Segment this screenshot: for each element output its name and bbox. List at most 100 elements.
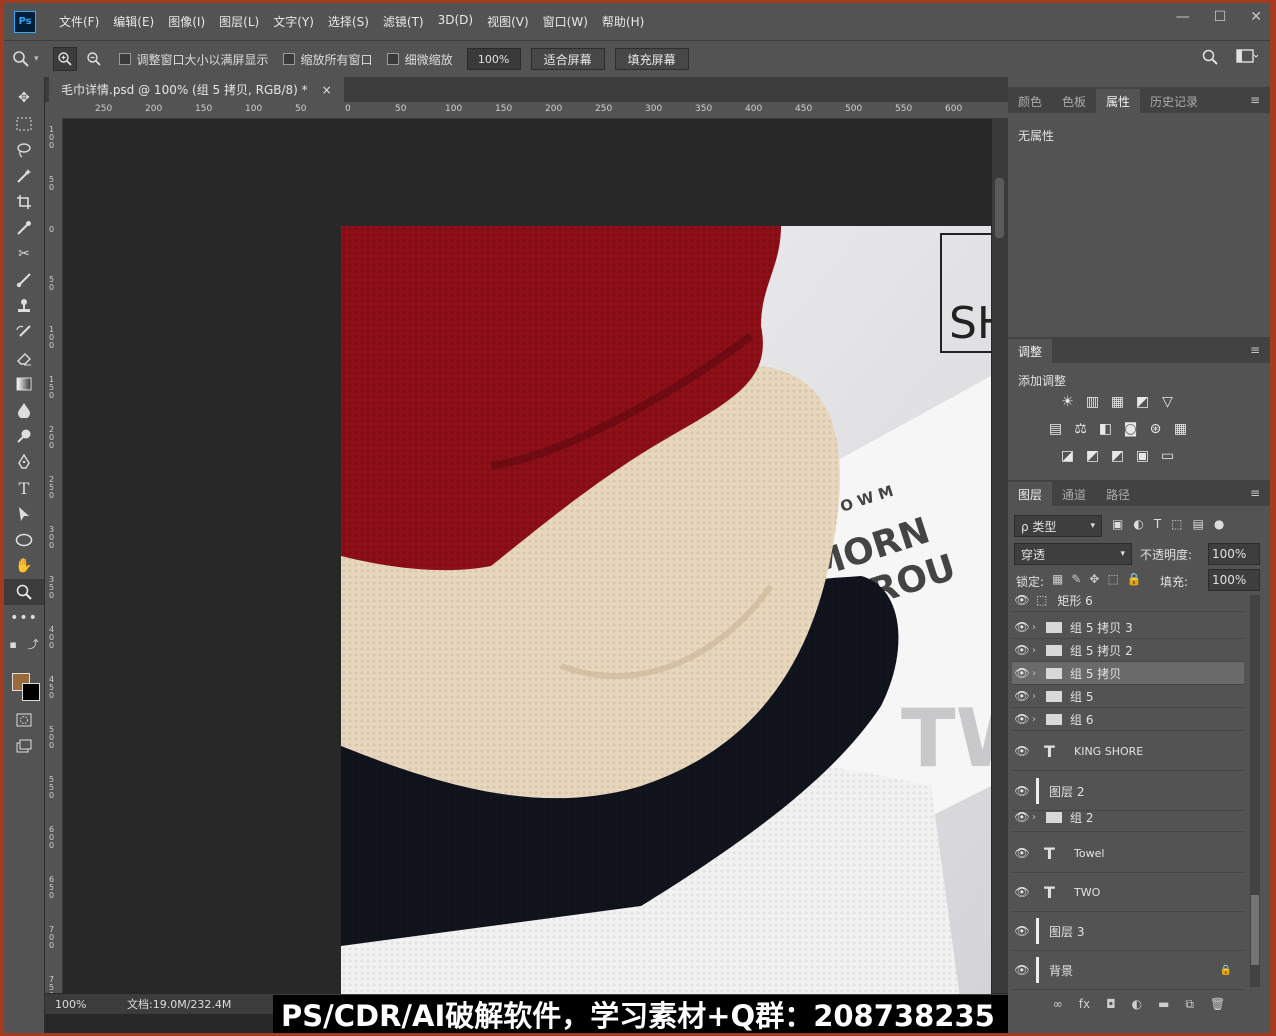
adjustment-filter-icon[interactable]: ◐ [1133, 517, 1143, 531]
background-color-swatch[interactable] [22, 683, 40, 701]
menu-layer[interactable]: 图层(L) [212, 13, 266, 30]
close-tab-icon[interactable]: × [322, 83, 332, 97]
layer-row[interactable]: 👁 › 组 5 拷贝 2 [1012, 639, 1244, 662]
document-tab[interactable]: 毛巾详情.psd @ 100% (组 5 拷贝, RGB/8) * × [49, 77, 344, 102]
clone-stamp-tool-icon[interactable] [4, 293, 44, 319]
lock-all-icon[interactable]: 🔒 [1127, 572, 1142, 586]
menu-view[interactable]: 视图(V) [480, 13, 536, 30]
tab-swatches[interactable]: 色板 [1052, 89, 1096, 113]
new-layer-icon[interactable]: ⧉ [1185, 997, 1194, 1012]
zoom-out-icon[interactable] [83, 48, 105, 70]
horizontal-ruler[interactable]: 250 200 150 100 50 0 50 100 150 200 250 300 350 400 45… [62, 102, 1008, 119]
zoom-percent-field[interactable]: 100% [466, 48, 521, 70]
expand-arrow-icon[interactable]: › [1032, 691, 1042, 702]
layer-row[interactable]: 👁 › 组 5 拷贝 [1012, 662, 1244, 685]
expand-arrow-icon[interactable]: › [1032, 668, 1042, 679]
minimize-button[interactable]: — [1176, 9, 1190, 25]
layer-row[interactable]: 👁 T Towel [1012, 834, 1244, 873]
menu-3d[interactable]: 3D(D) [431, 13, 480, 30]
layer-row[interactable]: 👁 › 组 5 拷贝 3 [1012, 616, 1244, 639]
expand-arrow-icon[interactable]: › [1032, 812, 1042, 823]
visibility-eye-icon[interactable]: 👁 [1012, 593, 1032, 607]
shape-filter-icon[interactable]: ⬚ [1171, 517, 1182, 531]
exposure-icon[interactable]: ◩ [1133, 394, 1152, 410]
adjustment-icon[interactable]: ◐ [1132, 997, 1142, 1011]
zoom-tool-preset-icon[interactable] [10, 48, 32, 70]
menu-image[interactable]: 图像(I) [161, 13, 212, 30]
visibility-eye-icon[interactable]: 👁 [1012, 810, 1032, 824]
visibility-eye-icon[interactable]: 👁 [1012, 643, 1032, 657]
gradient-map-icon[interactable]: ▭ [1158, 448, 1177, 464]
zoom-tool-icon[interactable] [4, 579, 44, 605]
close-window-button[interactable]: ✕ [1250, 9, 1262, 25]
tab-history[interactable]: 历史记录 [1140, 89, 1208, 113]
crop-tool-icon[interactable] [4, 189, 44, 215]
fill-screen-button[interactable]: 填充屏幕 [614, 48, 689, 70]
zoom-in-icon[interactable] [52, 47, 77, 71]
visibility-eye-icon[interactable]: 👁 [1012, 689, 1032, 703]
ruler-origin[interactable] [45, 102, 62, 118]
adjustments-menu-icon[interactable]: ≡ [1250, 343, 1260, 357]
maximize-button[interactable]: ☐ [1214, 9, 1227, 25]
visibility-eye-icon[interactable]: 👁 [1012, 885, 1032, 899]
hand-tool-icon[interactable]: ✋ [4, 553, 44, 579]
smart-object-filter-icon[interactable]: ▤ [1193, 517, 1204, 531]
curves-icon[interactable]: ▦ [1108, 394, 1127, 410]
tab-adjustments[interactable]: 调整 [1008, 339, 1053, 363]
lock-artboard-icon[interactable]: ⬚ [1107, 572, 1118, 586]
hue-saturation-icon[interactable]: ▤ [1046, 421, 1065, 437]
fx-icon[interactable]: fx [1079, 997, 1090, 1011]
lasso-tool-icon[interactable] [4, 137, 44, 163]
healing-brush-tool-icon[interactable]: ✂ [4, 241, 44, 267]
visibility-eye-icon[interactable]: 👁 [1012, 924, 1032, 938]
black-white-icon[interactable]: ◧ [1096, 421, 1115, 437]
trash-icon[interactable]: 🗑 [1210, 997, 1225, 1011]
screen-mode-icon[interactable] [4, 733, 44, 759]
brightness-icon[interactable]: ☀ [1058, 394, 1077, 410]
expand-arrow-icon[interactable]: › [1032, 714, 1042, 725]
expand-arrow-icon[interactable]: › [1032, 622, 1042, 633]
pixel-filter-icon[interactable]: ▣ [1112, 517, 1123, 531]
path-selection-tool-icon[interactable] [4, 501, 44, 527]
eyedropper-tool-icon[interactable] [4, 215, 44, 241]
layer-row[interactable]: 👁 背景 🔒 [1012, 951, 1244, 990]
lock-transparent-icon[interactable]: ▦ [1052, 572, 1063, 586]
history-brush-tool-icon[interactable] [4, 319, 44, 345]
menu-file[interactable]: 文件(F) [52, 13, 106, 30]
tab-paths[interactable]: 路径 [1096, 482, 1140, 506]
tab-properties[interactable]: 属性 [1096, 89, 1141, 113]
tab-color[interactable]: 颜色 [1008, 89, 1052, 113]
menu-select[interactable]: 选择(S) [321, 13, 376, 30]
blur-tool-icon[interactable] [4, 397, 44, 423]
levels-icon[interactable]: ▥ [1083, 394, 1102, 410]
link-icon[interactable]: ∞ [1053, 997, 1063, 1011]
fit-screen-button[interactable]: 适合屏幕 [530, 48, 605, 70]
group-icon[interactable]: ▬ [1158, 997, 1169, 1011]
ellipse-tool-icon[interactable] [4, 527, 44, 553]
opacity-field[interactable]: 100% [1208, 543, 1260, 565]
expand-arrow-icon[interactable]: › [1032, 645, 1042, 656]
layers-scrollbar[interactable] [1250, 595, 1260, 987]
eraser-tool-icon[interactable] [4, 345, 44, 371]
photo-filter-icon[interactable]: ◙ [1121, 421, 1140, 437]
menu-help[interactable]: 帮助(H) [595, 13, 651, 30]
layer-row[interactable]: 👁 T KING SHORE [1012, 732, 1244, 771]
lock-pixels-icon[interactable]: ✎ [1071, 572, 1081, 586]
fill-field[interactable]: 100% [1208, 569, 1260, 591]
visibility-eye-icon[interactable]: 👁 [1012, 846, 1032, 860]
filter-toggle-icon[interactable]: ● [1214, 517, 1224, 531]
dodge-tool-icon[interactable] [4, 423, 44, 449]
layer-filter-select[interactable]: ρ 类型 ▾ [1014, 515, 1102, 537]
menu-window[interactable]: 窗口(W) [536, 13, 595, 30]
selective-color-icon[interactable]: ▣ [1133, 448, 1152, 464]
magic-wand-tool-icon[interactable] [4, 163, 44, 189]
canvas-viewport[interactable]: H O W M MORN ROU TW [63, 119, 991, 999]
visibility-eye-icon[interactable]: 👁 [1012, 712, 1032, 726]
layer-row[interactable]: 👁 ⬚ 矩形 6 [1012, 589, 1244, 612]
visibility-eye-icon[interactable]: 👁 [1012, 784, 1032, 798]
visibility-eye-icon[interactable]: 👁 [1012, 620, 1032, 634]
resize-windows-checkbox[interactable]: 调整窗口大小以满屏显示 [118, 51, 269, 68]
scrollbar-thumb[interactable] [995, 178, 1004, 238]
tab-layers[interactable]: 图层 [1008, 482, 1053, 506]
posterize-icon[interactable]: ◩ [1083, 448, 1102, 464]
